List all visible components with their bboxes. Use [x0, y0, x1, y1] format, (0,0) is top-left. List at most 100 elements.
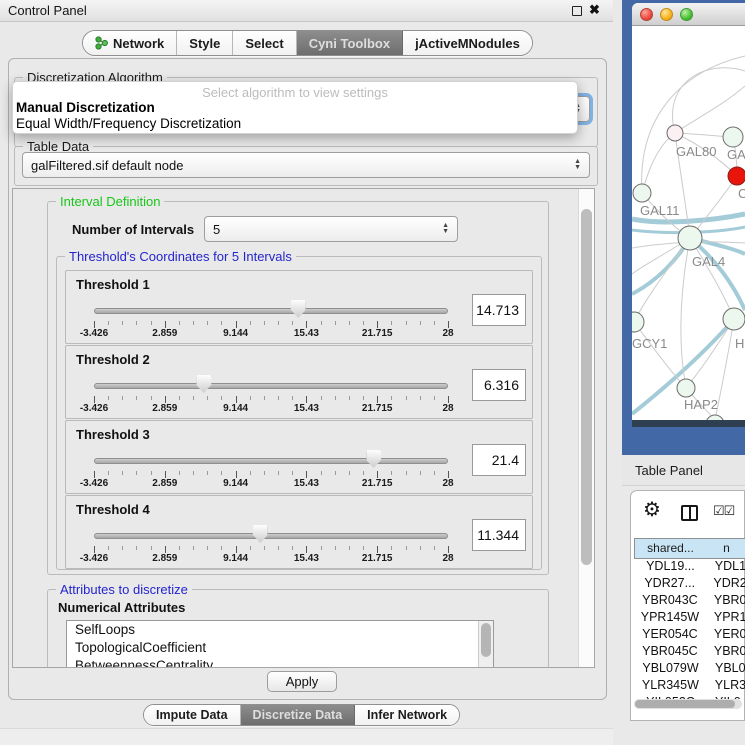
- tick-mark: [349, 321, 350, 325]
- network-node-label: GAL80: [676, 144, 716, 159]
- cell-name[interactable]: YBL0: [707, 661, 745, 678]
- column-header-shared-name[interactable]: shared...: [634, 538, 707, 559]
- scrollbar-thumb[interactable]: [481, 623, 491, 657]
- network-window[interactable]: GAL80GACGAL11GAL4GCY1HHAP2: [632, 3, 745, 420]
- tab-impute-data[interactable]: Impute Data: [144, 705, 241, 725]
- tab-discretize-data[interactable]: Discretize Data: [241, 705, 356, 725]
- cell-shared-name[interactable]: YBR045C: [634, 644, 706, 661]
- tab-style[interactable]: Style: [177, 31, 233, 55]
- threshold-3-value-field[interactable]: 21.4: [472, 444, 526, 476]
- network-nodes[interactable]: [632, 125, 745, 420]
- tick-mark: [236, 321, 237, 328]
- tab-infer-network[interactable]: Infer Network: [355, 705, 459, 725]
- number-of-intervals-value: 5: [213, 222, 220, 237]
- number-of-intervals-combobox[interactable]: 5 ▲▼: [204, 216, 458, 242]
- scrollbar-thumb[interactable]: [581, 209, 592, 565]
- table-row[interactable]: YLR345WYLR3: [634, 678, 745, 695]
- attribute-list-item[interactable]: TopologicalCoefficient: [67, 639, 493, 657]
- cell-shared-name[interactable]: YBL079W: [634, 661, 707, 678]
- threshold-1-value-field[interactable]: 14.713: [472, 294, 526, 326]
- table-row[interactable]: YPR145WYPR1: [634, 610, 745, 627]
- tick-label: 9.144: [223, 328, 248, 339]
- tick-mark: [236, 471, 237, 478]
- cell-shared-name[interactable]: YLR345W: [634, 678, 707, 695]
- dropdown-option-manual-discretization[interactable]: Manual Discretization: [13, 100, 577, 116]
- settings-vertical-scrollbar[interactable]: [578, 189, 594, 667]
- table-horizontal-scrollbar[interactable]: [634, 699, 742, 709]
- scrollbar-thumb[interactable]: [635, 700, 735, 708]
- close-icon[interactable]: ✖: [589, 2, 600, 18]
- table-row[interactable]: YDR27...YDR2: [634, 576, 745, 593]
- network-node[interactable]: [633, 184, 651, 202]
- tab-cyni-toolbox[interactable]: Cyni Toolbox: [297, 31, 403, 55]
- tab-network[interactable]: Network: [83, 31, 177, 55]
- tick-mark: [250, 546, 251, 550]
- bottom-tab-bar: Impute Data Discretize Data Infer Networ…: [143, 704, 460, 726]
- threshold-2-slider-thumb[interactable]: [196, 375, 211, 393]
- cell-name[interactable]: YLR3: [707, 678, 745, 695]
- tick-mark: [179, 321, 180, 325]
- close-traffic-light-icon[interactable]: [640, 8, 653, 21]
- threshold-4-slider-thumb[interactable]: [253, 525, 268, 543]
- tick-label: -3.426: [80, 403, 108, 414]
- tick-mark: [420, 471, 421, 475]
- attribute-list-item[interactable]: BetweennessCentrality: [67, 657, 493, 668]
- threshold-2-value-field[interactable]: 6.316: [472, 369, 526, 401]
- cell-shared-name[interactable]: YPR145W: [634, 610, 706, 627]
- attributes-list-scrollbar[interactable]: [478, 621, 493, 668]
- cell-name[interactable]: YDR2: [705, 576, 745, 593]
- tick-label: -3.426: [80, 478, 108, 489]
- network-node[interactable]: [678, 226, 702, 250]
- cell-shared-name[interactable]: YER054C: [634, 627, 706, 644]
- table-row[interactable]: YBR043CYBR0: [634, 593, 745, 610]
- table-row[interactable]: YBR045CYBR0: [634, 644, 745, 661]
- column-layout-icon[interactable]: [681, 505, 698, 521]
- cell-name[interactable]: YER0: [706, 627, 745, 644]
- table-row[interactable]: YDL19...YDL1: [634, 559, 745, 576]
- apply-button[interactable]: Apply: [267, 671, 337, 692]
- numerical-attributes-list[interactable]: SelfLoopsTopologicalCoefficientBetweenne…: [66, 620, 494, 668]
- network-window-titlebar[interactable]: [632, 3, 745, 26]
- threshold-4-panel: Threshold 4 -3.4262.8599.14415.4321.7152…: [65, 495, 533, 569]
- tick-label: 2.859: [152, 403, 177, 414]
- float-window-icon[interactable]: [572, 6, 582, 16]
- threshold-1-slider-thumb[interactable]: [291, 300, 306, 318]
- network-node-label: GA: [727, 147, 745, 162]
- tick-mark: [193, 471, 194, 475]
- network-canvas[interactable]: GAL80GACGAL11GAL4GCY1HHAP2: [632, 26, 745, 420]
- zoom-traffic-light-icon[interactable]: [680, 8, 693, 21]
- cell-name[interactable]: YDL1: [707, 559, 745, 576]
- network-node[interactable]: [667, 125, 683, 141]
- cell-name[interactable]: YPR1: [706, 610, 745, 627]
- table-row[interactable]: YER054CYER0: [634, 627, 745, 644]
- tab-jactivemnodules[interactable]: jActiveMNodules: [403, 31, 532, 55]
- table-row[interactable]: YBL079WYBL0: [634, 661, 745, 678]
- tab-select[interactable]: Select: [233, 31, 296, 55]
- tick-mark: [321, 546, 322, 550]
- network-node[interactable]: [723, 127, 743, 147]
- network-node[interactable]: [728, 167, 745, 185]
- network-node[interactable]: [632, 312, 644, 332]
- tick-mark: [250, 321, 251, 325]
- threshold-4-value-field[interactable]: 11.344: [472, 519, 526, 551]
- table-panel-title: Table Panel: [635, 463, 703, 478]
- cell-name[interactable]: YBR0: [706, 644, 745, 661]
- cell-shared-name[interactable]: YBR043C: [634, 593, 706, 610]
- minimize-traffic-light-icon[interactable]: [660, 8, 673, 21]
- tick-mark: [250, 396, 251, 400]
- cell-shared-name[interactable]: YDL19...: [634, 559, 707, 576]
- gear-icon[interactable]: ⚙: [643, 500, 661, 520]
- cell-shared-name[interactable]: YDR27...: [634, 576, 705, 593]
- attribute-list-item[interactable]: SelfLoops: [67, 621, 493, 639]
- threshold-3-slider-thumb[interactable]: [366, 450, 381, 468]
- checkbox-icons[interactable]: ☑☑: [713, 503, 734, 519]
- network-window-bottom-edge: [632, 420, 745, 427]
- network-node[interactable]: [723, 308, 745, 330]
- column-header-name[interactable]: n: [706, 538, 745, 559]
- network-node[interactable]: [677, 379, 695, 397]
- tick-mark: [264, 321, 265, 325]
- table-data-combobox[interactable]: galFiltered.sif default node ▲▼: [22, 152, 590, 178]
- dropdown-option-equal-width-frequency[interactable]: Equal Width/Frequency Discretization: [13, 116, 577, 132]
- cell-name[interactable]: YBR0: [706, 593, 745, 610]
- tick-mark: [391, 546, 392, 550]
